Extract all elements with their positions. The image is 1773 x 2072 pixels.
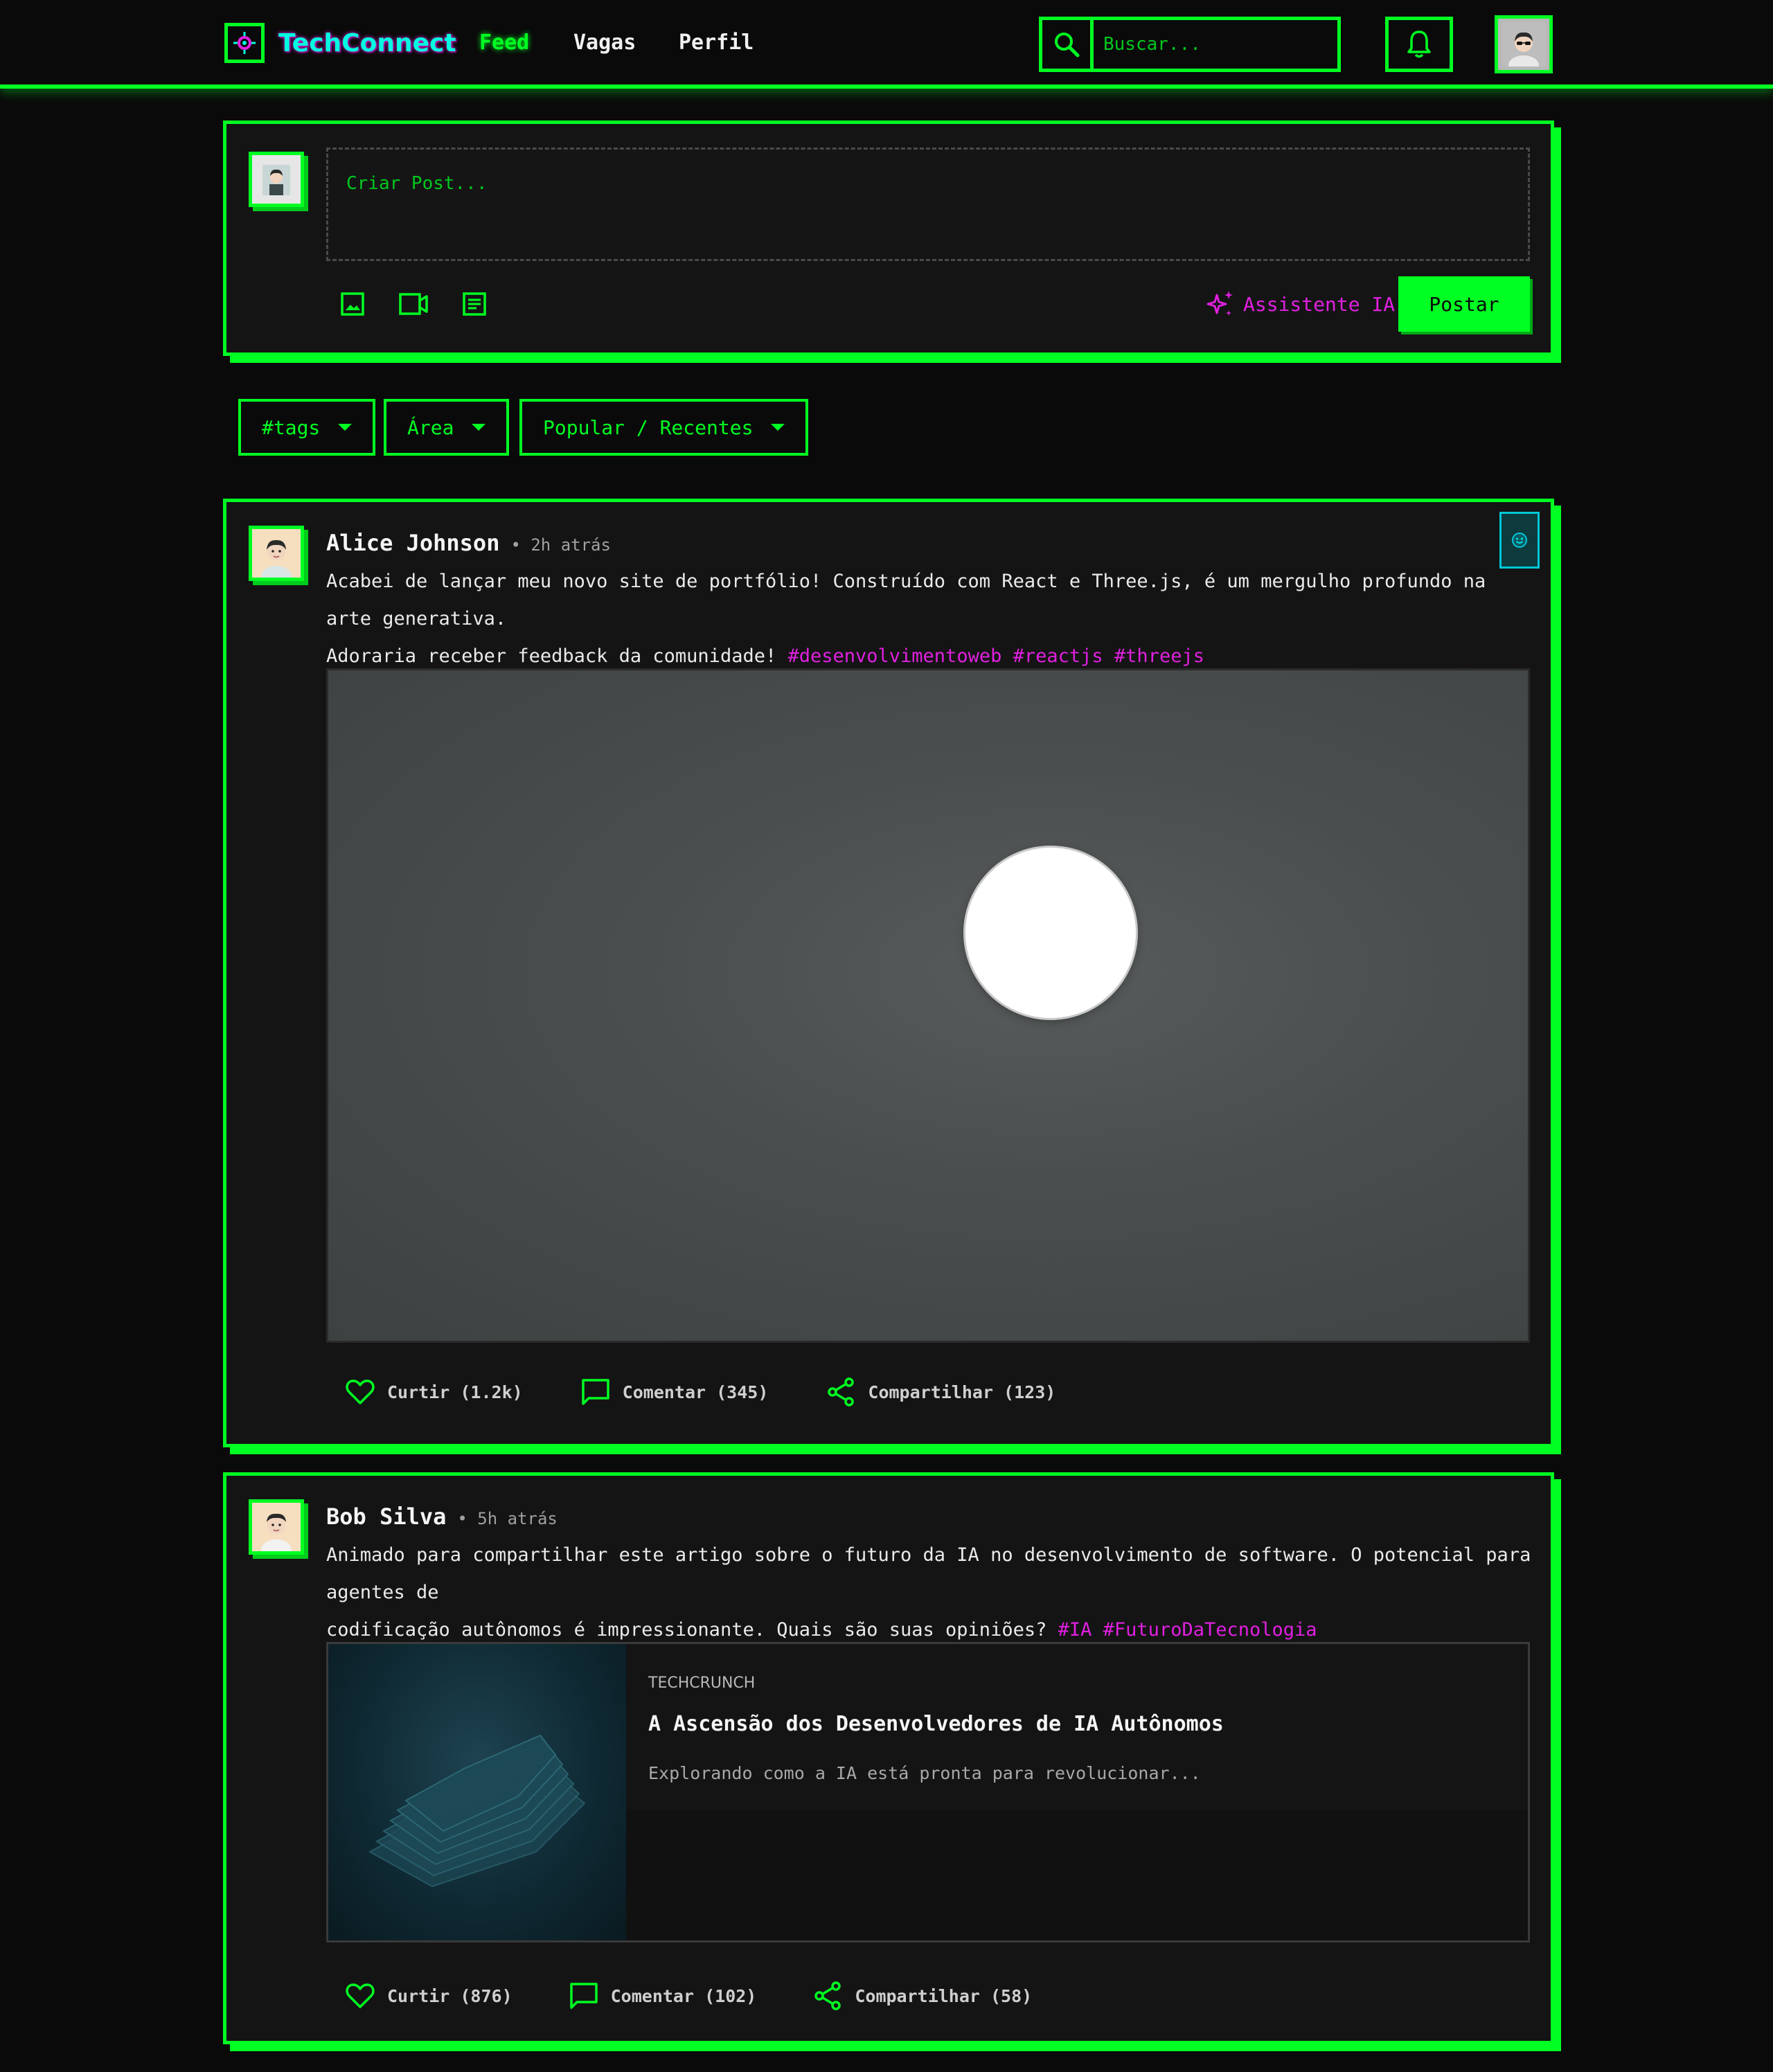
image-icon[interactable] [337,289,368,319]
nav-jobs[interactable]: Vagas [573,30,636,55]
chevron-down-icon [472,424,486,431]
ai-assistant-label: Assistente IA [1243,292,1396,316]
comment-icon [580,1376,612,1408]
hashtag-link[interactable]: #FuturoDaTecnologia [1103,1619,1317,1641]
ai-badge-icon[interactable] [1499,512,1540,569]
comment-button[interactable]: Comentar (102) [568,1980,757,2012]
post-text-line: Animado para compartilhar este artigo so… [326,1544,1531,1603]
author-name[interactable]: Bob Silva [326,1503,446,1530]
post-text-line: Adoraria receber feedback da comunidade! [326,645,777,667]
filter-area[interactable]: Área [384,399,510,456]
link-title[interactable]: A Ascensão dos Desenvolvedores de IA Aut… [648,1712,1224,1736]
bell-icon [1407,30,1431,58]
comment-icon [568,1980,600,2012]
post-text-line: codificação autônomos é impressionante. … [326,1619,1047,1641]
author-name[interactable]: Alice Johnson [326,530,499,556]
composer-input-box [326,148,1530,261]
ai-assistant-button[interactable]: Assistente IA [1204,287,1395,321]
search-box [1039,17,1341,72]
share-icon [812,1980,844,2012]
nav-feed[interactable]: Feed [479,30,529,55]
chevron-down-icon [771,424,785,431]
logo-icon [224,23,265,63]
link-description: Explorando como a IA está pronta para re… [648,1763,1201,1783]
hashtag-link[interactable]: #desenvolvimentoweb [787,645,1001,667]
search-icon[interactable] [1042,20,1094,69]
logo-text: TechConnect [278,28,456,57]
image-placeholder-circle [965,848,1136,1018]
hashtag-link[interactable]: #IA [1058,1619,1092,1641]
share-label: Compartilhar (123) [868,1382,1056,1402]
post-body: Animado para compartilhar este artigo so… [326,1537,1531,1649]
filter-tags[interactable]: #tags [238,399,376,456]
post-text-line: Acabei de lançar meu novo site de portfó… [326,571,1486,629]
hashtag-link[interactable]: #threejs [1114,645,1204,667]
hashtag-link[interactable]: #reactjs [1013,645,1103,667]
comment-button[interactable]: Comentar (345) [580,1376,769,1408]
nav-profile[interactable]: Perfil [679,30,754,55]
comment-label: Comentar (102) [610,1985,757,2006]
composer-avatar [249,152,304,207]
like-label: Curtir (1.2k) [387,1382,523,1402]
heart-icon [344,1980,376,2012]
post-time: • 5h atrás [457,1509,558,1528]
filter-tags-label: #tags [262,416,321,439]
share-icon [825,1376,857,1408]
like-button[interactable]: Curtir (876) [344,1980,513,2012]
post-actions: Curtir (1.2k) Comentar (345) Compartilha… [344,1376,1055,1408]
share-button[interactable]: Compartilhar (58) [812,1980,1032,2012]
user-avatar[interactable] [1495,15,1553,73]
post-actions: Curtir (876) Comentar (102) Compartilhar… [344,1980,1032,2012]
post-body: Acabei de lançar meu novo site de portfó… [326,563,1531,675]
chevron-down-icon [338,424,353,431]
feed-post: Bob Silva • 5h atrás Animado para compar… [223,1472,1554,2044]
article-icon[interactable] [459,289,490,319]
share-button[interactable]: Compartilhar (123) [825,1376,1055,1408]
create-post-input[interactable] [328,150,1528,259]
post-time: • 2h atrás [510,535,611,555]
link-source: TECHCRUNCH [648,1674,756,1692]
post-composer: Assistente IA Postar [223,120,1554,356]
post-image[interactable] [326,668,1530,1343]
share-label: Compartilhar (58) [855,1985,1033,2006]
like-label: Curtir (876) [387,1985,513,2006]
post-button[interactable]: Postar [1398,276,1530,332]
notifications-button[interactable] [1385,17,1453,72]
top-navbar: TechConnect Feed Vagas Perfil [0,0,1773,89]
filter-sort-label: Popular / Recentes [543,416,754,439]
sparkle-icon [1206,291,1233,316]
link-preview-card[interactable]: TECHCRUNCH A Ascensão dos Desenvolvedore… [326,1642,1530,1942]
video-icon[interactable] [398,289,429,319]
like-button[interactable]: Curtir (1.2k) [344,1376,523,1408]
feed-post: Alice Johnson • 2h atrás Acabei de lança… [223,499,1554,1447]
author-avatar[interactable] [249,526,304,581]
filter-area-label: Área [407,416,454,439]
logo[interactable]: TechConnect [224,22,456,64]
heart-icon [344,1376,376,1408]
author-avatar[interactable] [249,1499,304,1555]
link-info: TECHCRUNCH A Ascensão dos Desenvolvedore… [626,1644,1528,1810]
author-line: Alice Johnson • 2h atrás [326,530,611,556]
link-thumbnail [328,1644,626,1940]
author-line: Bob Silva • 5h atrás [326,1503,558,1530]
filter-sort[interactable]: Popular / Recentes [519,399,809,456]
comment-label: Comentar (345) [622,1382,769,1402]
search-input[interactable] [1094,20,1337,69]
